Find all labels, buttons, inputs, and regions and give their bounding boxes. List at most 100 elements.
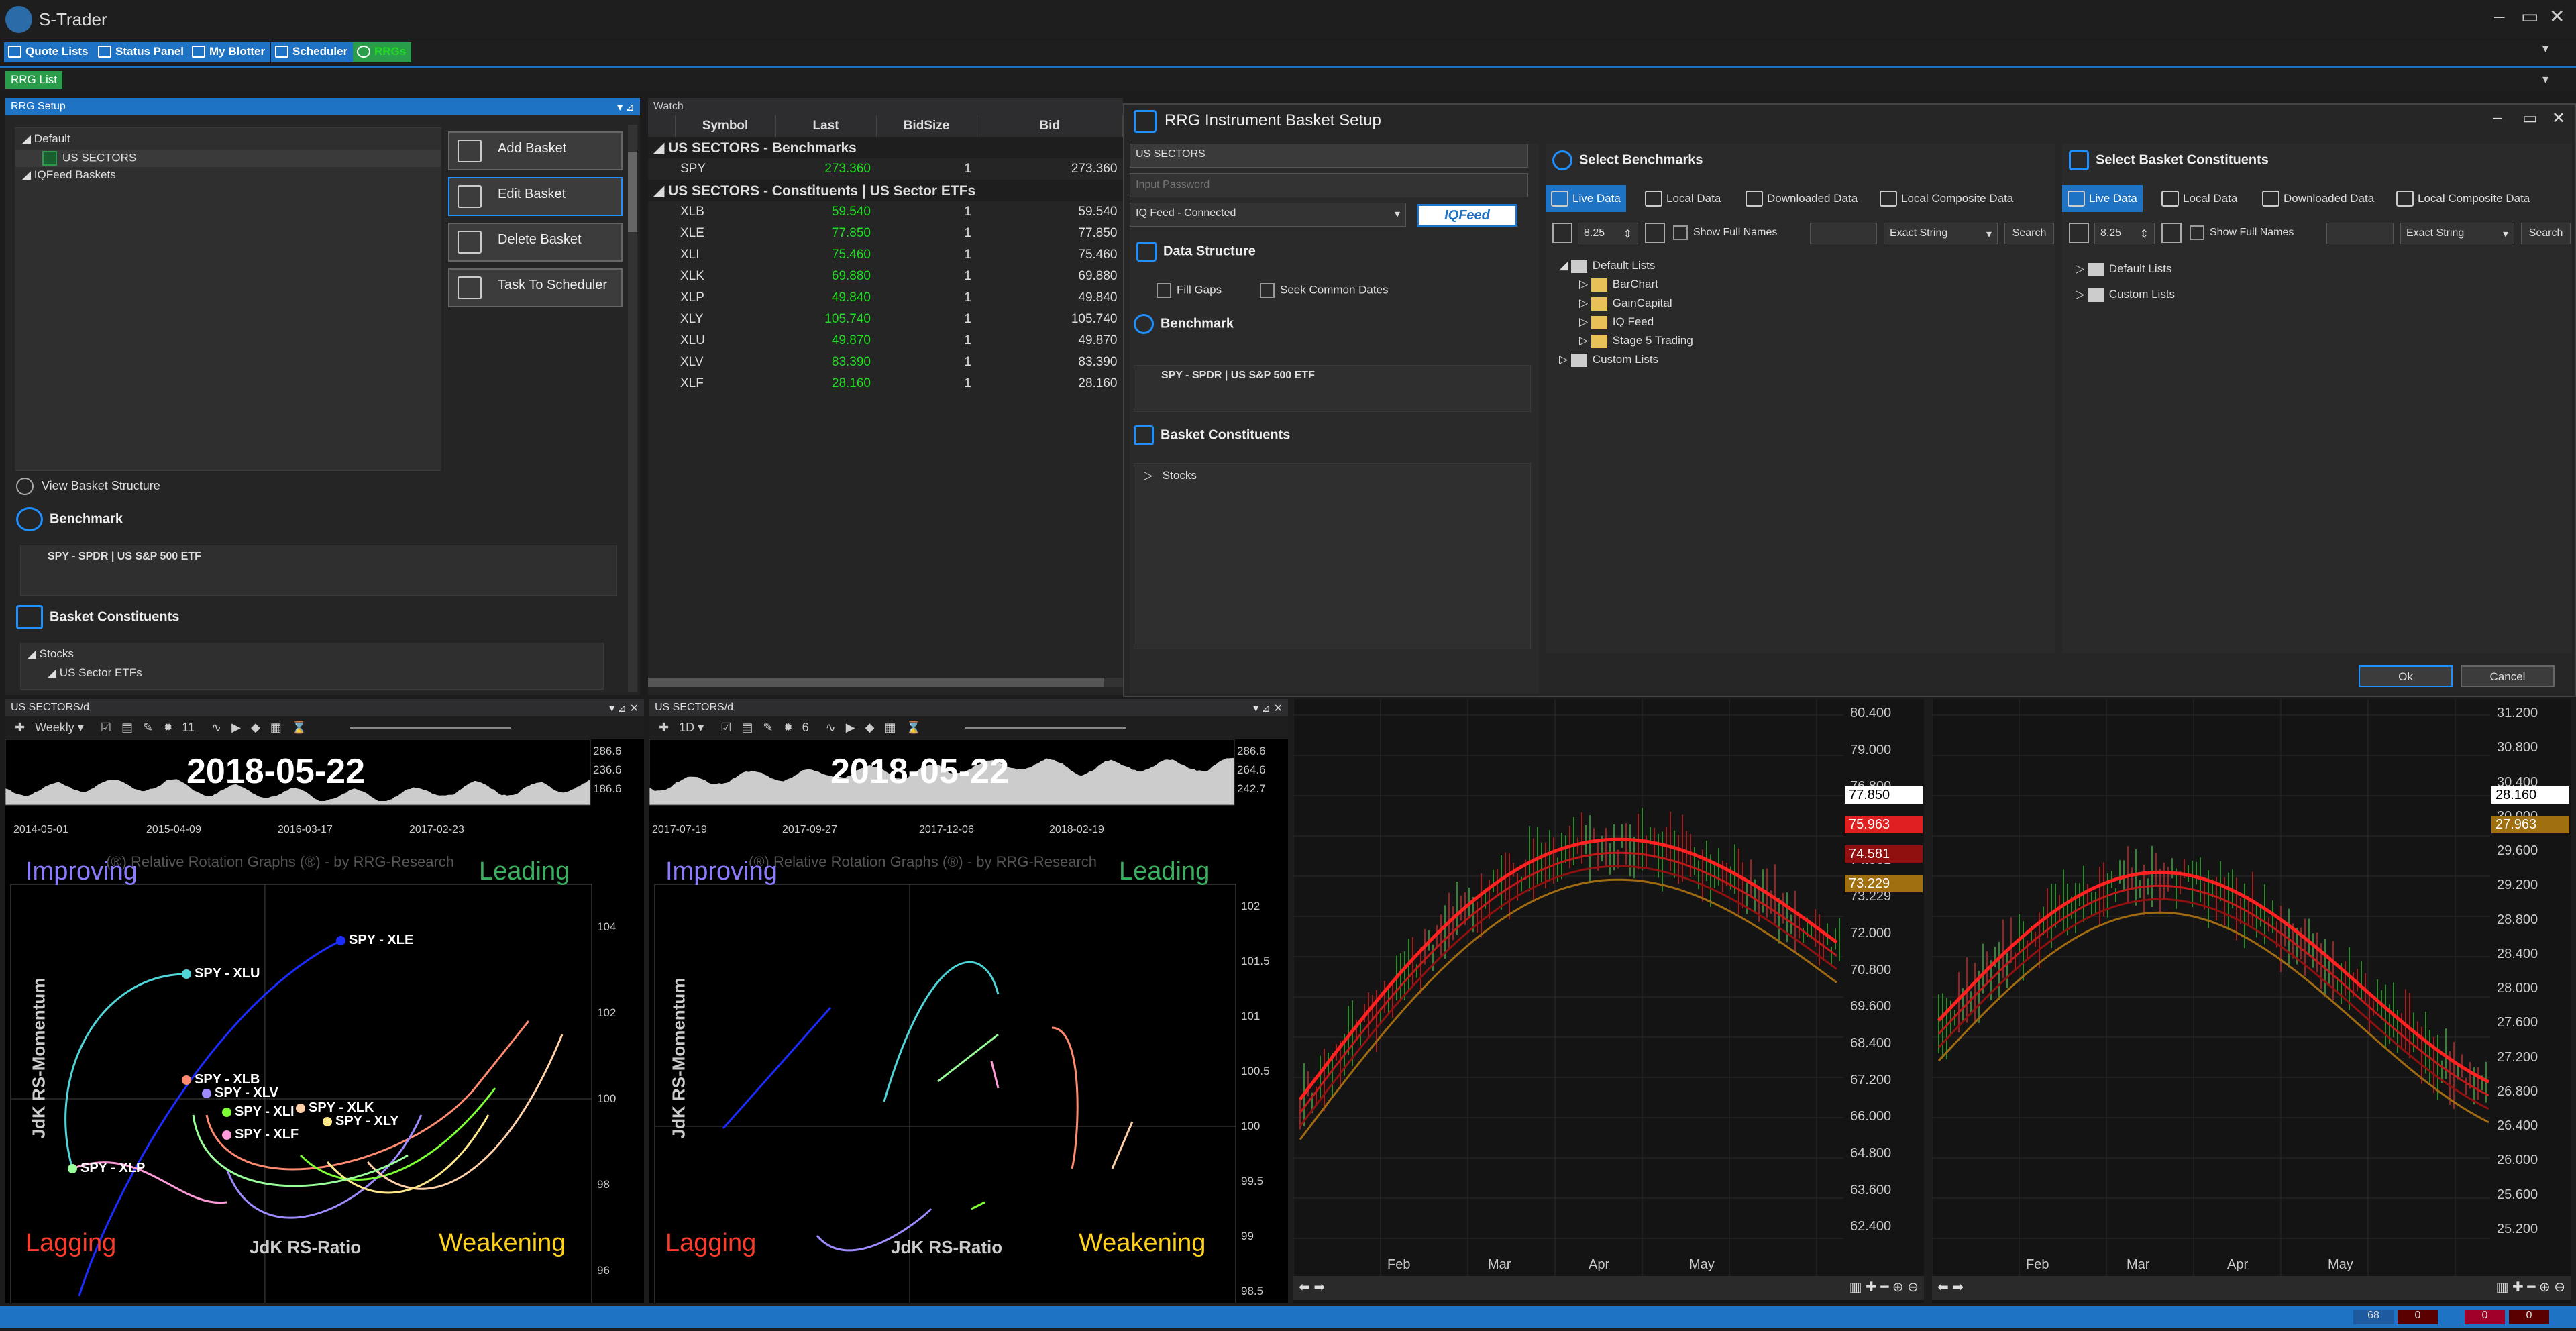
show-full-names-checkbox[interactable]: Show Full Names <box>2190 225 2294 240</box>
date-slider[interactable] <box>965 727 1126 729</box>
edit-icon[interactable]: ✎ <box>763 721 773 734</box>
table-row[interactable]: XLV 83.390 1 83.390 <box>648 352 1123 373</box>
add-basket-button[interactable]: Add Basket <box>448 131 623 170</box>
tag-icon[interactable]: ◆ <box>251 721 260 734</box>
font-size-stepper[interactable]: 8.25 ⇕ <box>1578 223 1638 244</box>
chart-icon[interactable]: ∿ <box>826 721 836 734</box>
list-view-icon[interactable] <box>1645 223 1665 243</box>
brightness-icon[interactable]: ✹ <box>163 721 173 734</box>
table-row[interactable]: XLE 77.850 1 77.850 <box>648 223 1123 244</box>
brightness-icon[interactable]: ✹ <box>783 721 793 734</box>
pin-icon[interactable]: ▾ ⊿ <box>617 101 635 114</box>
tree-us-sectors[interactable]: US SECTORS <box>15 150 441 167</box>
date-slider[interactable] <box>350 727 511 729</box>
list-icon[interactable]: ▤ <box>741 721 753 734</box>
tab-local-composite-data[interactable]: Local Composite Data <box>2391 185 2535 212</box>
col-bid[interactable]: Bid <box>977 115 1123 137</box>
match-mode-select[interactable]: Exact String ▾ <box>1884 223 1998 244</box>
table-row[interactable]: XLB 59.540 1 59.540 <box>648 201 1123 223</box>
play-icon[interactable]: ▶ <box>846 721 855 734</box>
password-field[interactable] <box>1130 173 1528 197</box>
table-row[interactable]: XLF 28.160 1 28.160 <box>648 373 1123 394</box>
rrg-list-tab[interactable]: RRG List <box>5 71 62 89</box>
tree-default-lists[interactable]: ▷ Default Lists <box>2076 256 2175 282</box>
toolbar-dropdown-icon[interactable]: ▾ <box>2542 42 2548 56</box>
seek-common-dates-checkbox[interactable]: Seek Common Dates <box>1260 283 1389 298</box>
add-icon[interactable]: ✚ <box>659 721 669 734</box>
chart-icon[interactable]: ∿ <box>211 721 221 734</box>
tab-downloaded-data[interactable]: Downloaded Data <box>1740 185 1863 212</box>
table-row[interactable]: XLP 49.840 1 49.840 <box>648 287 1123 309</box>
cancel-button[interactable]: Cancel <box>2461 666 2555 687</box>
constituent-search-button[interactable]: Search <box>2521 223 2571 244</box>
tag-icon[interactable]: ◆ <box>865 721 875 734</box>
tree-custom-lists[interactable]: ▷ Custom Lists <box>1559 350 1693 369</box>
dialog-close-icon[interactable]: ✕ <box>2552 109 2565 128</box>
dialog-maximize-icon[interactable]: ▭ <box>2522 109 2538 128</box>
table-row[interactable]: XLU 49.870 1 49.870 <box>648 330 1123 352</box>
tab-live-data[interactable]: Live Data <box>1546 185 1626 212</box>
scroll-right-icon[interactable]: ➡ <box>1952 1280 1964 1295</box>
scheduler-button[interactable]: Scheduler <box>271 42 353 62</box>
tree-default-lists[interactable]: ◢ Default Lists <box>1559 256 1693 275</box>
checkbox-icon[interactable]: ☑ <box>720 721 731 734</box>
tree-iqfeed-baskets[interactable]: ◢ IQFeed Baskets <box>15 167 441 183</box>
subbar-dropdown-icon[interactable]: ▾ <box>2542 72 2548 87</box>
tree-iq-feed[interactable]: ▷ IQ Feed <box>1559 313 1693 331</box>
col-bidsize[interactable]: BidSize <box>876 115 977 137</box>
period-select[interactable]: Weekly ▾ <box>35 721 84 734</box>
quote-lists-button[interactable]: Quote Lists <box>4 42 94 62</box>
calendar-icon[interactable]: ▦ <box>270 721 282 734</box>
dialog-minimize-icon[interactable]: ‒ <box>2493 109 2502 127</box>
rrgs-button[interactable]: RRGs <box>353 42 411 62</box>
tail-length[interactable]: 6 <box>802 721 809 734</box>
play-icon[interactable]: ▶ <box>231 721 241 734</box>
show-full-names-checkbox[interactable]: Show Full Names <box>1673 225 1777 240</box>
tree-stocks[interactable]: ◢ Stocks <box>21 643 603 665</box>
constituent-search-input[interactable] <box>2326 223 2394 244</box>
add-icon[interactable]: ✚ <box>15 721 25 734</box>
benchmark-search-input[interactable] <box>1810 223 1877 244</box>
tab-local-data[interactable]: Local Data <box>2156 185 2243 212</box>
group-row[interactable]: ◢ US SECTORS - Constituents | US Sector … <box>648 180 1123 201</box>
checkbox-icon[interactable]: ☑ <box>101 721 111 734</box>
tail-length[interactable]: 11 <box>182 721 195 734</box>
my-blotter-button[interactable]: My Blotter <box>188 42 270 62</box>
tree-custom-lists[interactable]: ▷ Custom Lists <box>2076 282 2175 307</box>
table-row[interactable]: SPY 273.360 1 273.360 <box>648 158 1123 180</box>
scroll-left-icon[interactable]: ⬅ <box>1937 1280 1949 1295</box>
hourglass-icon[interactable]: ⌛ <box>292 721 307 734</box>
panel-controls-icon[interactable]: ▾ ⊿ ✕ <box>1253 702 1283 715</box>
scroll-left-icon[interactable]: ⬅ <box>1299 1280 1310 1295</box>
tree-us-sector-etfs[interactable]: ◢ US Sector ETFs <box>21 665 603 681</box>
col-symbol[interactable]: Symbol <box>675 115 775 137</box>
zoom-controls[interactable]: ▥ ✚ ━ ⊕ ⊖ <box>2496 1279 2565 1295</box>
group-row[interactable]: ◢ US SECTORS - Benchmarks <box>648 137 1123 158</box>
task-to-scheduler-button[interactable]: Task To Scheduler <box>448 268 623 307</box>
view-basket-structure[interactable]: View Basket Structure <box>16 478 160 495</box>
col-last[interactable]: Last <box>775 115 876 137</box>
table-row[interactable]: XLY 105.740 1 105.740 <box>648 309 1123 330</box>
close-icon[interactable]: ✕ <box>2549 5 2565 28</box>
tree-stocks[interactable]: ▷ Stocks <box>1134 464 1530 488</box>
edit-icon[interactable]: ✎ <box>143 721 153 734</box>
list-icon[interactable]: ▤ <box>121 721 133 734</box>
benchmark-search-button[interactable]: Search <box>2004 223 2054 244</box>
tree-gaincapital[interactable]: ▷ GainCapital <box>1559 294 1693 313</box>
feed-select[interactable]: IQ Feed - Connected ▾ <box>1130 203 1406 227</box>
tab-local-data[interactable]: Local Data <box>1640 185 1726 212</box>
tree-barchart[interactable]: ▷ BarChart <box>1559 275 1693 294</box>
tab-live-data[interactable]: Live Data <box>2062 185 2143 212</box>
font-size-stepper[interactable]: 8.25 ⇕ <box>2094 223 2155 244</box>
tree-stage-5-trading[interactable]: ▷ Stage 5 Trading <box>1559 331 1693 350</box>
scroll-right-icon[interactable]: ➡ <box>1313 1280 1325 1295</box>
period-select[interactable]: 1D ▾ <box>679 721 704 734</box>
maximize-icon[interactable]: ▭ <box>2521 5 2538 28</box>
calendar-icon[interactable]: ▦ <box>884 721 896 734</box>
basket-name-field[interactable]: US SECTORS <box>1130 144 1528 168</box>
table-row[interactable]: XLI 75.460 1 75.460 <box>648 244 1123 266</box>
status-panel-button[interactable]: Status Panel <box>94 42 189 62</box>
panel-controls-icon[interactable]: ▾ ⊿ ✕ <box>609 702 639 715</box>
tab-local-composite-data[interactable]: Local Composite Data <box>1874 185 2019 212</box>
zoom-controls[interactable]: ▥ ✚ ━ ⊕ ⊖ <box>1849 1279 1919 1295</box>
